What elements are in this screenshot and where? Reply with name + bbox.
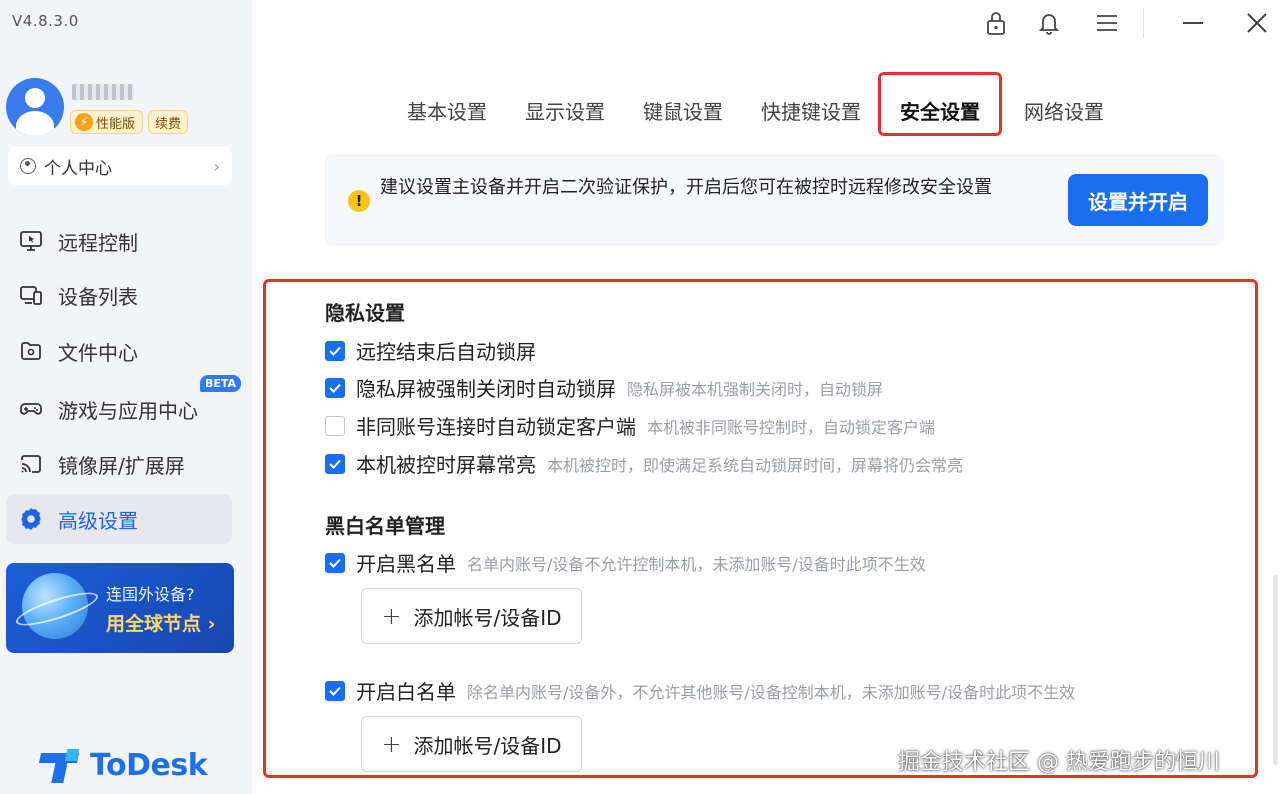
sidebar-item-label: 设备列表 — [58, 284, 138, 309]
checkbox-checked[interactable] — [325, 552, 345, 573]
tab-shortcut-settings[interactable]: 快捷键设置 — [761, 96, 861, 125]
sidebar-item-label: 游戏与应用中心 — [58, 398, 198, 423]
sidebar-item-file-center[interactable]: 文件中心 — [6, 326, 232, 376]
add-button-label: 添加帐号/设备ID — [413, 733, 562, 758]
privacy-section-title: 隐私设置 — [325, 301, 405, 325]
setup-enable-button[interactable]: 设置并开启 — [1068, 174, 1208, 226]
sidebar-item-remote-control[interactable]: 远程控制 — [6, 216, 232, 266]
close-icon[interactable] — [1242, 8, 1272, 38]
option-label: 隐私屏被强制关闭时自动锁屏 — [356, 377, 616, 401]
user-circle-icon — [20, 158, 36, 174]
performance-edition-badge[interactable]: ⚡ 性能版 — [70, 110, 144, 134]
blacklist-add-button[interactable]: + 添加帐号/设备ID — [361, 588, 582, 644]
whitelist-add-button[interactable]: + 添加帐号/设备ID — [361, 716, 582, 772]
avatar-head — [25, 88, 45, 108]
sidebar-item-device-list[interactable]: 设备列表 — [6, 270, 232, 320]
window-controls-divider — [1143, 8, 1144, 38]
sidebar-item-label: 镜像屏/扩展屏 — [58, 453, 185, 478]
option-label: 非同账号连接时自动锁定客户端 — [356, 415, 636, 439]
avatar[interactable] — [6, 78, 64, 136]
personal-center-label: 个人中心 — [44, 158, 112, 179]
watermark: 掘金技术社区 @ 热爱跑步的恒川 — [898, 750, 1220, 775]
tab-display-settings[interactable]: 显示设置 — [525, 96, 605, 125]
plus-icon: + — [381, 602, 402, 630]
scrollbar[interactable] — [1273, 575, 1278, 765]
sidebar-item-label: 远程控制 — [58, 230, 138, 255]
privacy-option-screen-always-on[interactable]: 本机被控时屏幕常亮 本机被控时，即使满足系统自动锁屏时间，屏幕将仍会常亮 — [325, 449, 963, 478]
performance-edition-label: 性能版 — [96, 116, 136, 132]
gamepad-icon — [18, 396, 44, 422]
tab-network-settings[interactable]: 网络设置 — [1024, 96, 1104, 125]
option-description: 本机被非同账号控制时，自动锁定客户端 — [647, 417, 936, 437]
personal-center-button[interactable]: 个人中心 › — [8, 147, 232, 185]
option-description: 隐私屏被本机强制关闭时，自动锁屏 — [627, 379, 884, 399]
checkbox-checked[interactable] — [325, 377, 345, 398]
plus-icon: + — [381, 730, 402, 758]
logo-text: ToDesk — [90, 748, 208, 783]
cast-icon — [18, 451, 44, 477]
option-label: 本机被控时屏幕常亮 — [356, 453, 536, 477]
gear-icon — [18, 506, 44, 532]
notice-text: 建议设置主设备并开启二次验证保护，开启后您可在被控时远程修改安全设置 — [380, 177, 992, 198]
todesk-logo: ToDesk — [38, 748, 208, 783]
sidebar-item-label: 高级设置 — [58, 508, 138, 533]
promo-cta: 用全球节点 › — [106, 613, 216, 635]
promo-question: 连国外设备? — [106, 585, 195, 604]
sidebar-item-mirror-extend[interactable]: 镜像屏/扩展屏 — [6, 439, 232, 489]
checkbox-checked[interactable] — [325, 340, 345, 361]
checkbox-checked[interactable] — [325, 453, 345, 474]
monitor-icon — [18, 228, 44, 254]
global-node-promo-banner[interactable]: 连国外设备? 用全球节点 › — [6, 563, 234, 653]
sidebar-item-label: 文件中心 — [58, 340, 138, 365]
option-label: 远控结束后自动锁屏 — [356, 340, 536, 364]
app-version: V4.8.3.0 — [12, 12, 79, 30]
blacklist-option[interactable]: 开启黑名单 名单内账号/设备不允许控制本机，未添加账号/设备时此项不生效 — [325, 548, 926, 577]
devices-icon — [18, 282, 44, 308]
privacy-option-lock-after-remote[interactable]: 远控结束后自动锁屏 — [325, 336, 536, 365]
option-label: 开启黑名单 — [356, 552, 456, 576]
globe-icon — [22, 573, 88, 639]
option-description: 名单内账号/设备不允许控制本机，未添加账号/设备时此项不生效 — [467, 554, 926, 574]
tab-basic-settings[interactable]: 基本设置 — [407, 96, 487, 125]
active-tab-highlight — [878, 72, 1002, 136]
whitelist-option[interactable]: 开启白名单 除名单内账号/设备外，不允许其他账号/设备控制本机，未添加账号/设备… — [325, 676, 1075, 705]
beta-badge: BETA — [200, 375, 242, 392]
two-factor-notice: ! 建议设置主设备并开启二次验证保护，开启后您可在被控时远程修改安全设置 设置并… — [324, 154, 1224, 246]
sidebar: V4.8.3.0 ⚡ 性能版 续费 个人中心 › 远程控制 设备列表 文件中心 — [0, 0, 252, 794]
privacy-option-lock-on-privacy-close[interactable]: 隐私屏被强制关闭时自动锁屏 隐私屏被本机强制关闭时，自动锁屏 — [325, 373, 883, 402]
list-management-section-title: 黑白名单管理 — [325, 514, 445, 538]
option-label: 开启白名单 — [356, 680, 456, 704]
menu-icon[interactable] — [1092, 8, 1122, 38]
option-description: 本机被控时，即使满足系统自动锁屏时间，屏幕将仍会常亮 — [547, 455, 964, 475]
avatar-body — [16, 111, 54, 136]
sidebar-item-games-apps[interactable]: 游戏与应用中心 — [6, 384, 232, 434]
sidebar-item-advanced-settings[interactable]: 高级设置 — [6, 494, 232, 544]
privacy-option-lock-client-other-account[interactable]: 非同账号连接时自动锁定客户端 本机被非同账号控制时，自动锁定客户端 — [325, 411, 935, 440]
chevron-right-icon: › — [213, 156, 220, 176]
lightning-icon: ⚡ — [75, 113, 93, 131]
username-blurred — [72, 84, 134, 100]
warning-icon: ! — [348, 190, 370, 212]
renew-badge[interactable]: 续费 — [148, 110, 189, 134]
bell-icon[interactable] — [1034, 8, 1064, 38]
todesk-logo-mark — [38, 748, 82, 783]
lock-icon[interactable] — [981, 8, 1011, 38]
minimize-icon[interactable] — [1178, 8, 1208, 38]
checkbox-unchecked[interactable] — [325, 415, 345, 436]
tab-keyboard-mouse-settings[interactable]: 键鼠设置 — [643, 96, 723, 125]
option-description: 除名单内账号/设备外，不允许其他账号/设备控制本机，未添加账号/设备时此项不生效 — [467, 682, 1076, 702]
checkbox-checked[interactable] — [325, 680, 345, 701]
folder-icon — [18, 338, 44, 364]
add-button-label: 添加帐号/设备ID — [413, 605, 562, 630]
